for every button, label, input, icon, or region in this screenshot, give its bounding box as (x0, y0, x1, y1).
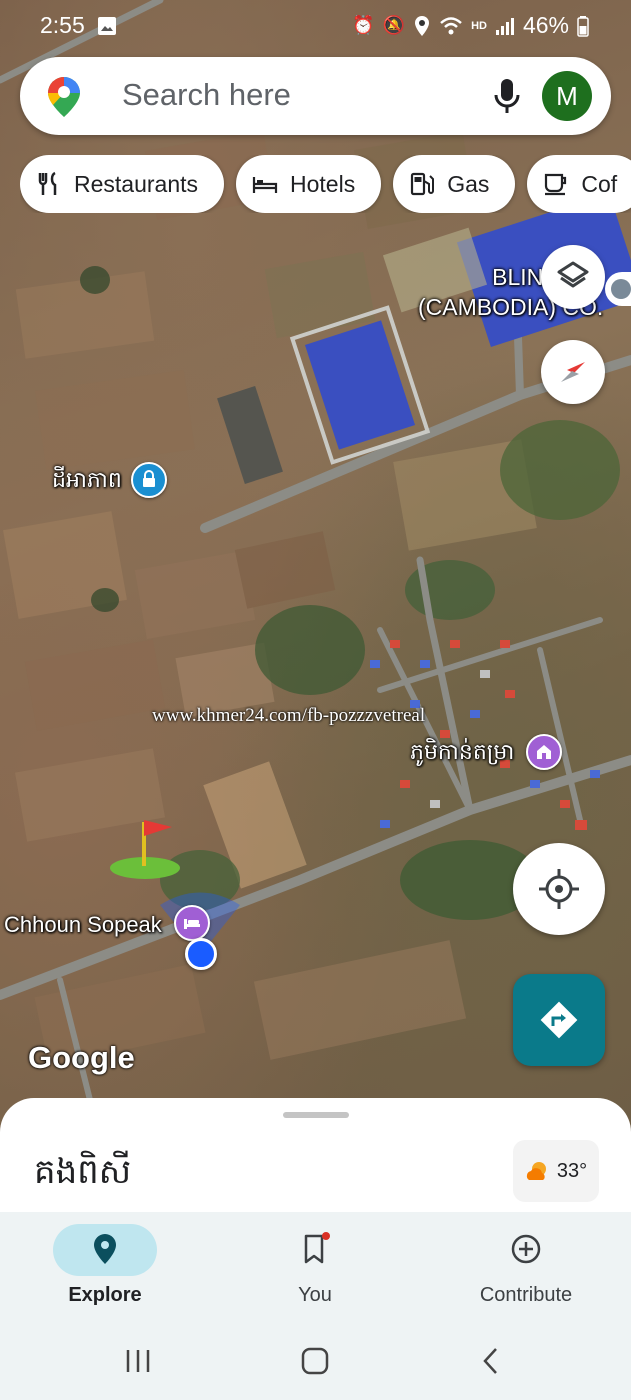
back-icon[interactable] (472, 1344, 512, 1378)
status-bar: 2:55 ⏰ 🔕 HD 46% (0, 0, 631, 52)
recent-apps-icon[interactable] (118, 1344, 158, 1378)
watermark: www.khmer24.com/fb-pozzzvetreal (152, 705, 426, 726)
location-icon (415, 15, 430, 36)
temple-pin-icon[interactable] (526, 734, 562, 770)
place-label[interactable]: ដីអាភាព (52, 466, 122, 498)
bottom-navigation: Explore You Contribute (0, 1212, 631, 1322)
status-right: ⏰ 🔕 HD 46% (352, 12, 589, 39)
search-bar[interactable]: Search here M (20, 57, 611, 135)
nav-label: Contribute (479, 1284, 573, 1306)
add-circle-icon (511, 1234, 541, 1264)
bottom-sheet[interactable]: គងពិសី 33° (0, 1098, 631, 1218)
chip-label: Cof (581, 170, 618, 197)
nav-you[interactable]: You (215, 1212, 415, 1322)
coffee-icon (545, 173, 567, 196)
compass-button[interactable] (541, 340, 605, 404)
battery-icon (577, 15, 589, 37)
crosshair-icon (539, 869, 579, 909)
gallery-icon (98, 17, 116, 35)
bed-icon (252, 177, 278, 193)
chip-coffee[interactable]: Cof (527, 155, 631, 213)
directions-button[interactable] (513, 974, 605, 1066)
directions-icon (540, 1001, 578, 1039)
nav-label: Explore (68, 1284, 142, 1306)
google-maps-logo-icon (48, 77, 80, 117)
nav-label: You (298, 1284, 332, 1306)
bookmark-icon (304, 1232, 330, 1264)
lock-pin-icon[interactable] (131, 462, 167, 498)
village-label[interactable]: ភូមិកាន់តម្រា (410, 738, 514, 770)
nav-contribute[interactable]: Contribute (426, 1212, 626, 1322)
temperature: 33° (556, 1159, 588, 1182)
wifi-icon (440, 16, 462, 34)
my-location-dot (185, 938, 217, 970)
partly-cloudy-icon (526, 1162, 546, 1180)
hd-indicator: HD (471, 19, 487, 32)
mute-icon: 🔕 (382, 15, 406, 35)
layers-button[interactable] (541, 245, 605, 309)
explore-pin-icon (94, 1234, 116, 1264)
alarm-icon: ⏰ (352, 15, 375, 35)
chip-label: Hotels (290, 170, 356, 197)
drag-handle[interactable] (283, 1112, 349, 1118)
my-location-button[interactable] (513, 843, 605, 935)
chip-hotels[interactable]: Hotels (236, 155, 382, 213)
weather-chip[interactable]: 33° (513, 1140, 599, 1202)
fork-knife-icon (38, 171, 57, 195)
hotel-label[interactable]: Chhoun Sopeak (4, 912, 162, 938)
nav-explore[interactable]: Explore (5, 1212, 205, 1322)
system-navigation-bar (0, 1322, 631, 1400)
chip-label: Gas (447, 170, 490, 197)
microphone-icon[interactable] (492, 77, 522, 115)
location-title: គងពិសី (34, 1153, 132, 1191)
layers-icon (557, 261, 589, 288)
home-icon[interactable] (295, 1344, 335, 1378)
battery-percent: 46% (522, 12, 569, 38)
google-attribution: Google (28, 1040, 135, 1075)
hotel-pin-icon[interactable] (174, 905, 210, 941)
chip-restaurants[interactable]: Restaurants (20, 155, 225, 213)
search-input[interactable]: Search here (122, 77, 291, 113)
category-chips: Restaurants Hotels Gas Cof (20, 155, 631, 213)
chip-gas[interactable]: Gas (393, 155, 516, 213)
avatar[interactable]: M (542, 71, 592, 121)
factory-pin-partial[interactable] (605, 272, 631, 306)
gas-pump-icon (411, 172, 435, 196)
status-time: 2:55 (40, 12, 85, 38)
signal-icon (495, 17, 514, 35)
compass-icon (561, 362, 585, 382)
chip-label: Restaurants (74, 170, 199, 197)
